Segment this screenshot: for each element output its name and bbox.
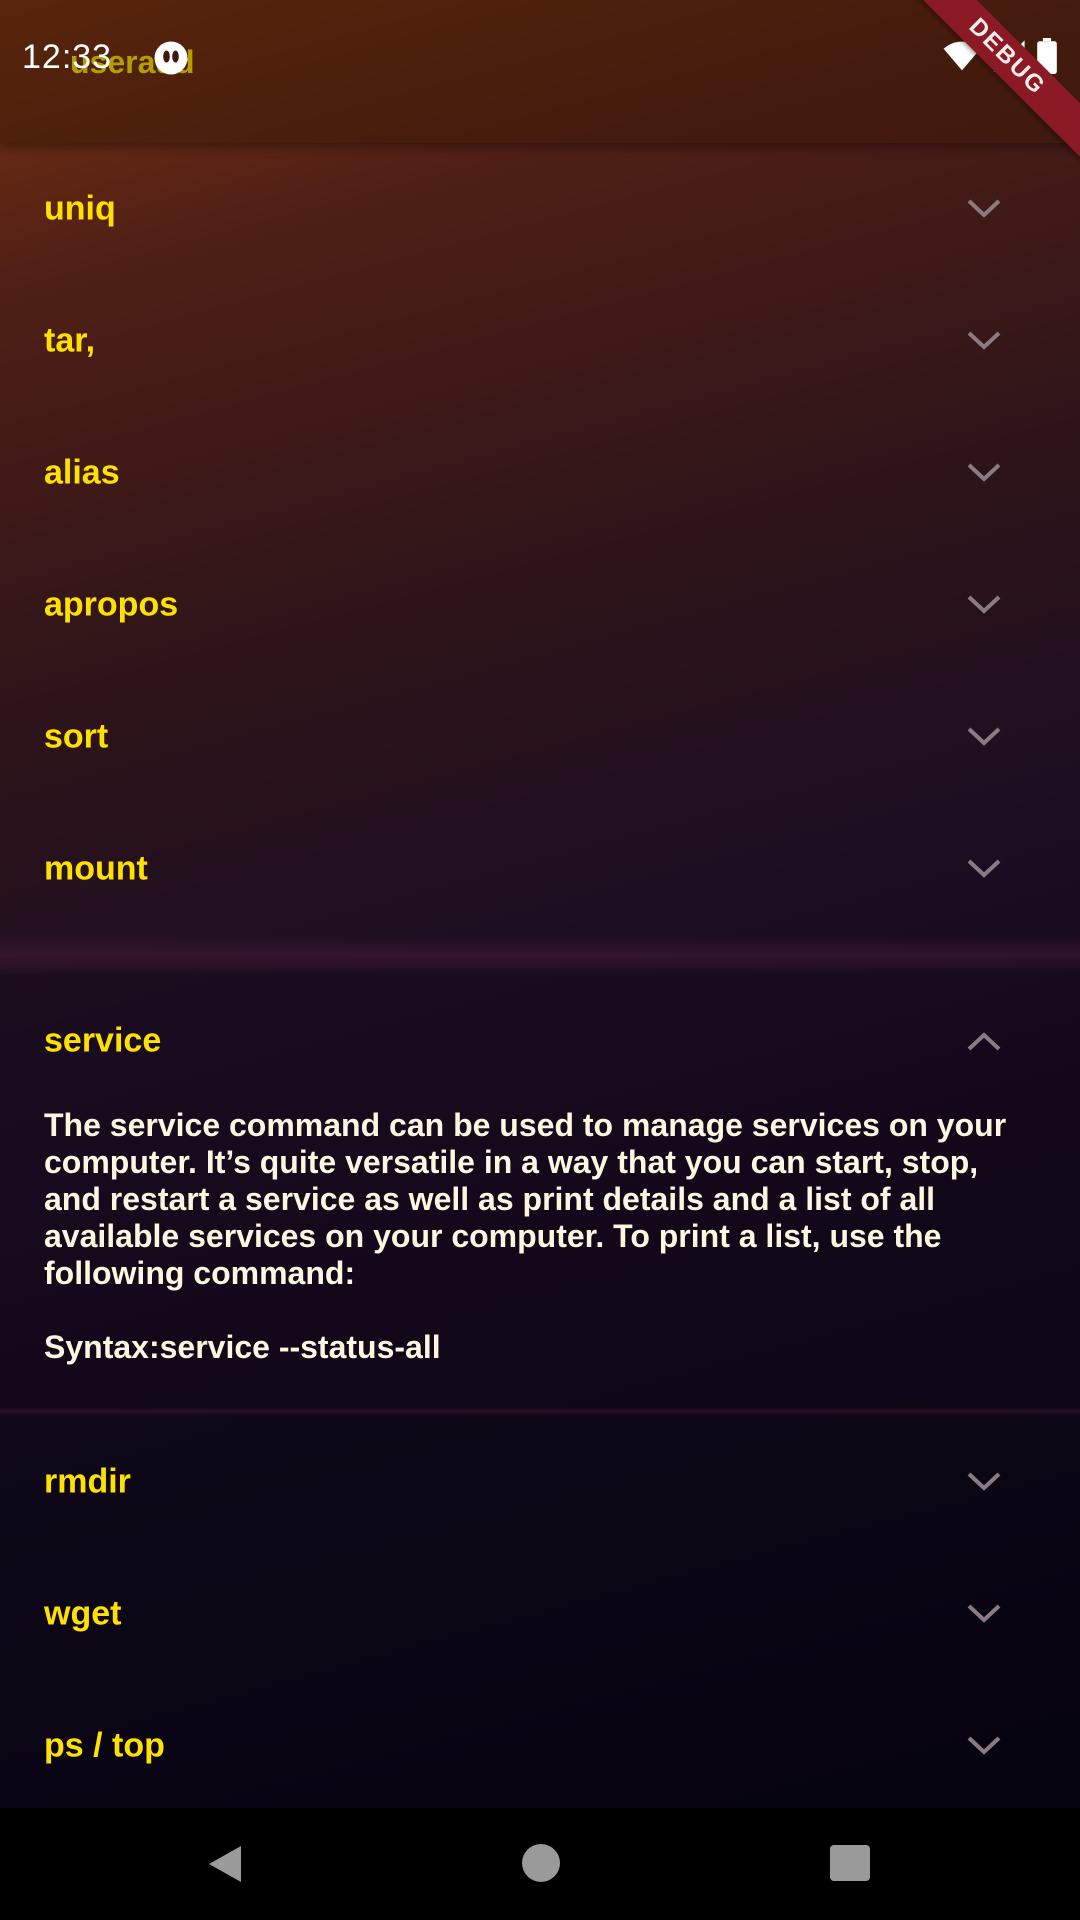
app-screen: useradd 12:33 DEBUG uniq tar, alias apro… [0,0,1080,1808]
navigation-bar [0,1808,1080,1920]
item-label: rmdir [44,1462,131,1501]
chevron-down-icon[interactable] [966,726,1002,748]
chevron-down-icon[interactable] [966,198,1002,220]
home-icon[interactable] [522,1844,560,1882]
list-item-ps-top[interactable]: ps / top [0,1680,1080,1808]
chevron-up-icon[interactable] [966,1030,1002,1052]
list-item-sort[interactable]: sort [0,671,1080,803]
chevron-down-icon[interactable] [966,330,1002,352]
list-item-rmdir[interactable]: rmdir [0,1416,1080,1548]
back-icon[interactable] [205,1844,245,1884]
command-list[interactable]: uniq tar, alias apropos sort mount servi… [0,143,1080,1808]
item-label: apropos [44,585,179,624]
list-item-service-expanded[interactable]: service The service command can be used … [0,975,1080,1406]
app-bar: useradd 12:33 [0,0,1080,143]
command-syntax: Syntax:service --status-all [44,1329,441,1365]
item-label: uniq [44,189,116,228]
list-item-mount[interactable]: mount [0,803,1080,935]
item-label: tar, [44,321,96,360]
list-item-wget[interactable]: wget [0,1548,1080,1680]
panel-divider [0,1406,1080,1416]
chevron-down-icon[interactable] [966,1603,1002,1625]
list-item-alias[interactable]: alias [0,407,1080,539]
recents-icon[interactable] [830,1845,870,1881]
item-label: alias [44,453,120,492]
item-label: ps / top [44,1726,165,1765]
item-label: service [44,1021,162,1060]
list-item-uniq[interactable]: uniq [0,143,1080,275]
chevron-down-icon[interactable] [966,1735,1002,1757]
chevron-down-icon[interactable] [966,858,1002,880]
chevron-down-icon[interactable] [966,462,1002,484]
chevron-down-icon[interactable] [966,594,1002,616]
item-label: wget [44,1594,122,1633]
list-item-tar[interactable]: tar, [0,275,1080,407]
item-label: mount [44,849,148,888]
status-time: 12:33 [22,38,113,76]
chevron-down-icon[interactable] [966,1471,1002,1493]
panel-divider [0,935,1080,975]
command-description: The service command can be used to manag… [44,1107,1007,1291]
list-item-apropos[interactable]: apropos [0,539,1080,671]
item-label: sort [44,717,109,756]
expanded-item-header[interactable]: service [0,975,1080,1107]
notification-icon [154,41,188,75]
